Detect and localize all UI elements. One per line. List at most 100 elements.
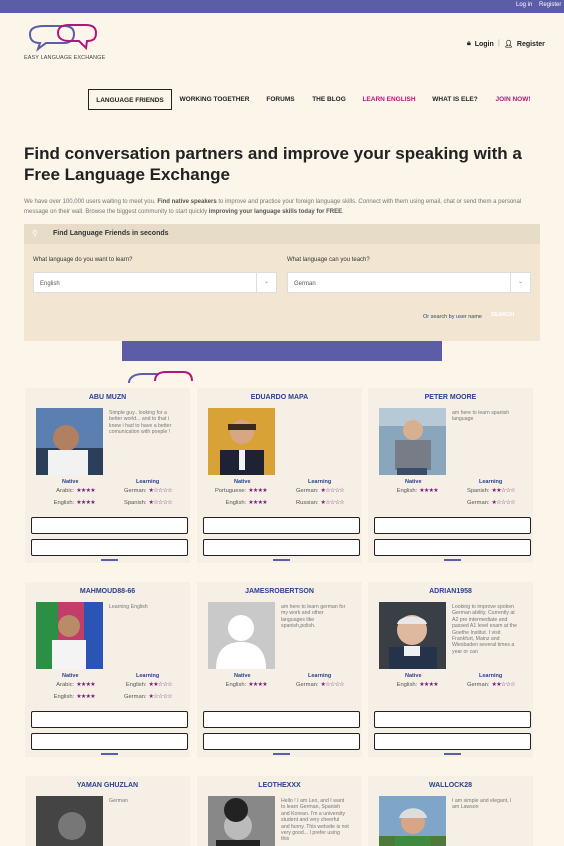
- register-button[interactable]: 👤︎ Register: [504, 40, 545, 49]
- nav-the-blog[interactable]: THE BLOG: [309, 89, 349, 110]
- profile-bio: [281, 410, 349, 474]
- header: EASY LANGUAGE EXCHANGE 🔒︎ Login | 👤︎ Reg…: [0, 13, 564, 83]
- profile-photo[interactable]: [208, 408, 275, 475]
- learning-language: German: ★☆☆☆☆: [295, 488, 345, 494]
- send-message-button[interactable]: [374, 711, 531, 728]
- learn-language-select[interactable]: English ⌄: [33, 272, 277, 293]
- profile-photo[interactable]: [36, 602, 103, 669]
- native-heading: Native: [234, 673, 251, 679]
- rating-stars: ★★★★: [76, 694, 95, 700]
- profile-name[interactable]: PETER MOORE: [368, 394, 533, 401]
- separator: |: [498, 40, 500, 47]
- profile-bio: Hello ! I am Leo, and I want to learn Ge…: [281, 798, 349, 843]
- profile-photo[interactable]: [36, 796, 103, 846]
- learning-heading: Learning: [136, 479, 160, 485]
- rating-stars: ★★★★: [248, 682, 267, 688]
- profile-card[interactable]: MAHMOUD88-66 Learning English Native Learni…: [25, 582, 190, 757]
- search-panel: What language do you want to learn? Engl…: [24, 244, 540, 341]
- view-profile-button[interactable]: [31, 539, 188, 556]
- login-label: Login: [474, 40, 494, 48]
- view-profile-button[interactable]: [374, 733, 531, 750]
- profile-photo[interactable]: [208, 796, 275, 846]
- learning-language: German: ★☆☆☆☆: [123, 488, 173, 494]
- profile-card[interactable]: ADRIAN1958 Looking to improve spoken Germ…: [368, 582, 533, 757]
- nav-join-now[interactable]: JOIN NOW!: [492, 89, 534, 110]
- profile-bio: Looking to improve spoken German ability…: [452, 604, 517, 655]
- nav-learn-english[interactable]: LEARN ENGLISH: [360, 89, 418, 110]
- native-heading: Native: [62, 673, 79, 679]
- learning-heading: Learning: [136, 673, 160, 679]
- login-button[interactable]: 🔒︎ Login: [467, 40, 494, 48]
- logo-watermark: [128, 371, 193, 383]
- send-message-button[interactable]: [374, 517, 531, 534]
- profile-photo[interactable]: [379, 602, 446, 669]
- learning-language: Russian: ★☆☆☆☆: [295, 500, 345, 506]
- profile-name[interactable]: ABU MUZN: [25, 394, 190, 401]
- profile-name[interactable]: LEOTHEXXX: [197, 782, 362, 789]
- native-language: Portuguese: ★★★★: [214, 488, 268, 494]
- teach-language-value: German: [294, 281, 316, 287]
- send-message-button[interactable]: [203, 517, 360, 534]
- profile-photo[interactable]: [379, 796, 446, 846]
- learning-heading: Learning: [479, 479, 503, 485]
- profile-photo[interactable]: [379, 408, 446, 475]
- native-language: English: ★★★★: [53, 500, 96, 506]
- card-divider: [273, 559, 290, 561]
- send-message-button[interactable]: [31, 517, 188, 534]
- rating-stars: ★★★★: [76, 500, 95, 506]
- profile-name[interactable]: MAHMOUD88-66: [25, 588, 190, 595]
- profile-name[interactable]: EDUARDO MAPA: [197, 394, 362, 401]
- view-profile-button[interactable]: [31, 733, 188, 750]
- learning-language: Spanish: ★☆☆☆☆: [123, 500, 173, 506]
- view-profile-button[interactable]: [203, 539, 360, 556]
- send-message-button[interactable]: [31, 711, 188, 728]
- nav-what-is-ele[interactable]: WHAT IS ELE?: [430, 89, 480, 110]
- top-bar: Log in Register: [0, 0, 564, 13]
- logo[interactable]: [24, 21, 104, 69]
- nav-forums[interactable]: FORUMS: [262, 89, 299, 110]
- card-divider: [101, 753, 118, 755]
- profile-card[interactable]: WALLOCK28 I am simple and elegant, I am L…: [368, 776, 533, 846]
- profile-photo[interactable]: [208, 602, 275, 669]
- nav-language-friends[interactable]: LANGUAGE FRIENDS: [88, 89, 172, 110]
- promo-banner[interactable]: [122, 341, 442, 361]
- search-by-username-link[interactable]: Or search by user name: [423, 314, 482, 320]
- profile-card[interactable]: ABU MUZN Simple guy.. looking for a bette…: [25, 388, 190, 563]
- profile-name[interactable]: JAMESROBERTSON: [197, 588, 362, 595]
- teach-language-select[interactable]: German ⌄: [287, 272, 531, 293]
- search-button[interactable]: SEARCH: [491, 312, 514, 318]
- profile-card[interactable]: JAMESROBERTSON am here to learn german fo…: [197, 582, 362, 757]
- send-message-button[interactable]: [203, 711, 360, 728]
- profile-photo[interactable]: [36, 408, 103, 475]
- view-profile-button[interactable]: [203, 733, 360, 750]
- native-language: English: ★★★★: [53, 694, 96, 700]
- top-register-link[interactable]: Register: [539, 2, 561, 8]
- lock-icon: 🔒︎: [467, 40, 471, 47]
- profile-name[interactable]: WALLOCK28: [368, 782, 533, 789]
- profile-bio: Simple guy.. looking for a better world.…: [109, 410, 172, 436]
- profile-bio: am here to learn spanish language: [452, 410, 510, 423]
- profile-name[interactable]: YAMAN GHUZLAN: [25, 782, 190, 789]
- rating-stars: ★★☆☆☆: [491, 682, 516, 688]
- native-language: English: ★★★★: [396, 682, 439, 688]
- profile-card[interactable]: LEOTHEXXX Hello ! I am Leo, and I want to…: [197, 776, 362, 846]
- profile-card[interactable]: YAMAN GHUZLAN German: [25, 776, 190, 846]
- native-heading: Native: [234, 479, 251, 485]
- nav-working-together[interactable]: WORKING TOGETHER: [178, 89, 251, 110]
- profile-name[interactable]: ADRIAN1958: [368, 588, 533, 595]
- profile-card[interactable]: EDUARDO MAPA Native Learning Portuguese: ★★★…: [197, 388, 362, 563]
- intro-text: We have over 100,000 users waiting to me…: [24, 199, 522, 215]
- view-profile-button[interactable]: [374, 539, 531, 556]
- rating-stars: ★★★★: [248, 500, 267, 506]
- add-user-icon: 👤︎: [504, 41, 513, 48]
- profile-card[interactable]: PETER MOORE am here to learn spanish lang…: [368, 388, 533, 563]
- top-login-link[interactable]: Log in: [516, 2, 532, 8]
- learning-heading: Learning: [308, 673, 332, 679]
- card-divider: [101, 559, 118, 561]
- card-divider: [444, 753, 461, 755]
- learn-language-value: English: [40, 281, 60, 287]
- card-divider: [444, 559, 461, 561]
- rating-stars: ★★☆☆☆: [148, 682, 173, 688]
- native-language: English: ★★★★: [225, 682, 268, 688]
- page-title: Find conversation partners and improve y…: [24, 144, 522, 184]
